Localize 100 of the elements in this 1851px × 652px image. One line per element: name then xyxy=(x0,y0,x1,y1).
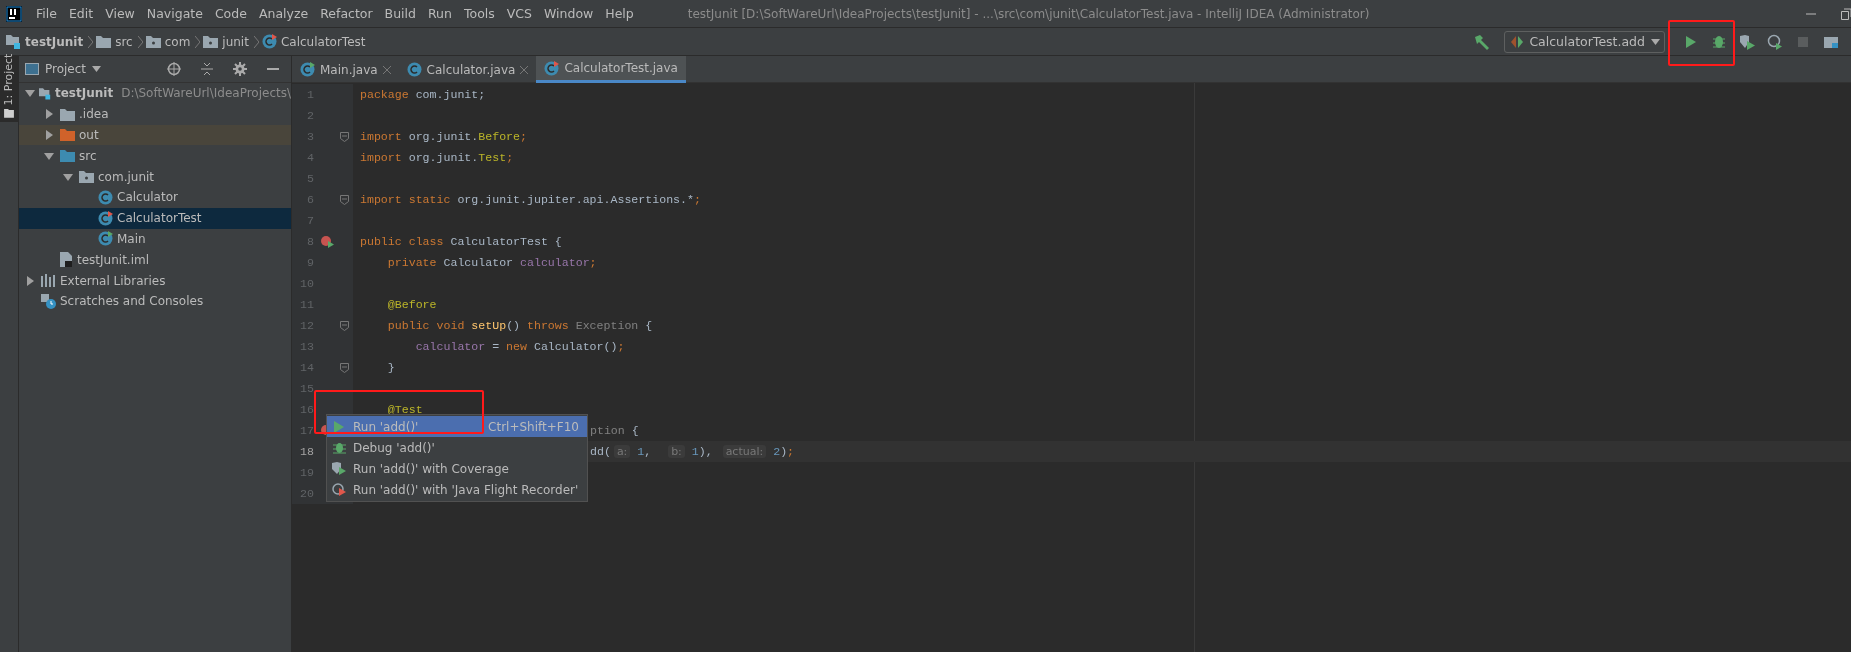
menu-item[interactable]: Navigate xyxy=(140,6,209,21)
breadcrumb[interactable]: junit xyxy=(203,34,249,49)
chevron-icon xyxy=(137,35,143,48)
package-icon xyxy=(145,35,161,48)
runnable-class-icon xyxy=(98,231,113,247)
tree-item-label: out xyxy=(79,128,99,142)
highlight-frame xyxy=(1668,20,1735,66)
chevron-icon xyxy=(195,35,201,48)
folder-icon xyxy=(60,149,75,163)
menu-item[interactable]: View xyxy=(99,6,141,21)
profiler-icon[interactable] xyxy=(1767,33,1783,50)
tree-item[interactable]: .idea xyxy=(19,103,291,125)
libraries-icon xyxy=(41,274,56,288)
settings-icon[interactable] xyxy=(233,61,247,77)
menu-item[interactable]: File xyxy=(30,6,63,21)
target-icon[interactable] xyxy=(167,61,181,77)
menu-item[interactable]: VCS xyxy=(500,6,538,21)
config-icon xyxy=(1511,35,1524,48)
tree-item-label: Scratches and Consoles xyxy=(60,294,204,309)
menu-item[interactable]: Run xyxy=(422,6,458,21)
folder-icon xyxy=(96,35,112,48)
code-line: public void setUp() throws Exception { xyxy=(386,319,653,332)
tree-item[interactable]: Calculator xyxy=(19,187,291,208)
class-icon xyxy=(98,189,113,205)
maximize-icon[interactable] xyxy=(1841,7,1851,20)
hammer-icon[interactable] xyxy=(1474,33,1491,50)
module-icon xyxy=(39,85,51,101)
tree-item[interactable]: out xyxy=(19,124,291,146)
coverage-icon xyxy=(332,462,346,475)
tree-item[interactable]: testJunit D:\SoftWareUrl\IdeaProjects\ xyxy=(19,83,291,104)
code-line: import org.junit.Before; xyxy=(360,130,527,143)
test-class-icon xyxy=(261,34,277,49)
caret-icon xyxy=(92,66,102,72)
package-icon xyxy=(79,170,94,184)
module-icon xyxy=(6,34,21,49)
menu-item[interactable]: Run 'add()' with Coverage xyxy=(327,458,587,479)
close-icon xyxy=(382,65,391,74)
tree-item[interactable]: src xyxy=(19,145,291,167)
editor-tab[interactable]: CalculatorTest.java xyxy=(536,56,686,83)
breadcrumb[interactable]: src xyxy=(96,34,133,49)
code-line: import static org.junit.jupiter.api.Assertions.*; xyxy=(360,193,701,206)
tree-item-label: Main xyxy=(117,231,146,246)
code-line: calculator = new Calculator(); xyxy=(414,340,625,353)
class-icon xyxy=(406,62,422,77)
runnable-class-icon xyxy=(300,62,315,77)
folder-icon xyxy=(60,107,75,121)
tree-item[interactable]: External Libraries xyxy=(19,270,291,291)
test-class-icon xyxy=(544,60,560,76)
scratches-icon xyxy=(41,293,56,309)
breadcrumb[interactable]: CalculatorTest xyxy=(261,34,366,49)
menu-item[interactable]: Window xyxy=(538,6,600,21)
tree-item-label: CalculatorTest xyxy=(117,211,202,226)
tree-item[interactable]: CalculatorTest xyxy=(19,207,291,229)
run-icon xyxy=(333,420,345,433)
bug-icon[interactable] xyxy=(1711,33,1727,50)
menu-item[interactable]: Run 'add()' with 'Java Flight Recorder' xyxy=(327,479,587,500)
code-line: package com.junit; xyxy=(360,88,486,101)
tree-item-label: Calculator xyxy=(117,190,178,205)
editor-tab[interactable]: Main.java xyxy=(292,56,399,83)
tree-item-label: .idea xyxy=(79,107,109,122)
menu-item[interactable]: Analyze xyxy=(252,6,315,21)
code-line: private Calculator calculator; xyxy=(386,256,597,269)
tree-item-label: testJunit xyxy=(55,86,114,101)
code-line: @Before xyxy=(386,298,437,311)
editor-tab[interactable]: Calculator.java xyxy=(398,56,537,83)
code-line: import org.junit.Test; xyxy=(360,151,514,164)
tree-item[interactable]: Scratches and Consoles xyxy=(19,290,291,312)
tree-item-label: testJunit.iml xyxy=(77,252,149,267)
project-view-dropdown[interactable]: Project xyxy=(25,62,153,76)
menu-item[interactable]: Tools xyxy=(457,6,501,21)
panel-icon xyxy=(25,63,39,75)
menu-item[interactable]: Debug 'add()' xyxy=(327,437,587,458)
chevron-icon xyxy=(253,35,259,48)
file-icon xyxy=(60,252,73,268)
menu-item[interactable]: Edit xyxy=(62,6,100,21)
menu-item[interactable]: Refactor xyxy=(314,6,379,21)
folder-icon xyxy=(60,128,75,142)
code-line: ption { xyxy=(590,424,639,437)
tree-item[interactable]: com.junit xyxy=(19,166,291,187)
run-config-dropdown[interactable]: CalculatorTest.add xyxy=(1504,30,1665,53)
app-logo-icon xyxy=(6,5,22,22)
menu-item[interactable]: Code xyxy=(208,6,253,21)
tree-item[interactable]: testJunit.iml xyxy=(19,249,291,271)
menu-item[interactable]: Build xyxy=(378,6,422,21)
line-number: 18 xyxy=(299,445,314,458)
collapse-all-icon[interactable] xyxy=(201,61,213,77)
tree-item-label: com.junit xyxy=(98,169,155,184)
project-tool-tab[interactable]: 1: Project xyxy=(0,56,19,122)
breadcrumb[interactable]: testJunit xyxy=(6,34,84,49)
code-line: @Test xyxy=(386,403,423,416)
tree-item-label: src xyxy=(79,148,97,163)
tree-item[interactable]: Main xyxy=(19,228,291,250)
menu-item[interactable]: Help xyxy=(599,6,640,21)
chevron-icon xyxy=(88,35,94,48)
tree-item-label: External Libraries xyxy=(60,273,166,288)
coverage-icon[interactable] xyxy=(1739,33,1755,50)
breadcrumb[interactable]: com xyxy=(145,34,191,49)
caret-icon xyxy=(1651,38,1660,45)
code-line: } xyxy=(386,361,395,374)
module-path: D:\SoftWareUrl\IdeaProjects\ xyxy=(121,86,291,101)
